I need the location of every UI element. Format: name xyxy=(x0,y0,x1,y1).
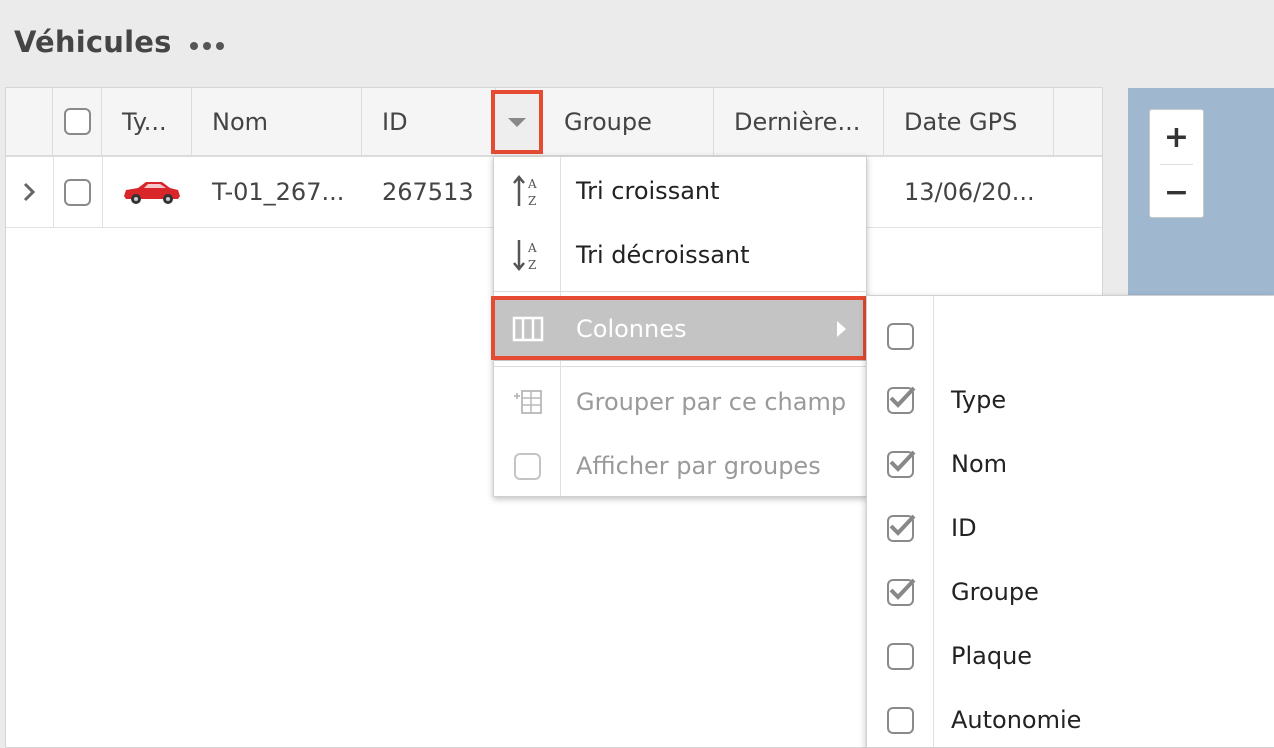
menu-item-label: Afficher par groupes xyxy=(576,452,821,480)
column-toggle-label: Type xyxy=(951,386,1007,414)
zoom-control: + − xyxy=(1149,109,1204,218)
column-toggle-item[interactable]: Type xyxy=(867,368,1274,432)
svg-text:A: A xyxy=(527,177,537,191)
checkbox-checked-icon[interactable] xyxy=(867,386,934,414)
vehicle-name: T-01_267... xyxy=(212,178,345,206)
menu-item-label: Grouper par ce champ xyxy=(576,388,847,416)
column-toggle-item[interactable]: Plaque xyxy=(867,624,1274,688)
svg-text:Z: Z xyxy=(528,258,536,272)
more-options-icon[interactable] xyxy=(189,34,224,50)
column-header-label: Nom xyxy=(212,107,269,136)
column-header-id[interactable]: ID xyxy=(362,88,496,155)
menu-item-group-by[interactable]: Grouper par ce champ xyxy=(494,370,866,434)
sort-ascending-icon: A Z xyxy=(494,172,561,210)
column-toggle-item[interactable]: ID xyxy=(867,496,1274,560)
select-all-cell xyxy=(53,88,102,155)
menu-item-sort-descending[interactable]: A Z Tri décroissant xyxy=(494,223,866,287)
grid-header: Ty... Nom ID Groupe Dernière... Date GPS xyxy=(6,88,1102,157)
vehicle-date-gps: 13/06/20... xyxy=(904,178,1035,206)
menu-item-columns[interactable]: Colonnes xyxy=(494,297,866,361)
column-toggle-label: Groupe xyxy=(951,578,1039,606)
sort-descending-icon: A Z xyxy=(494,236,561,274)
checkbox-icon[interactable] xyxy=(867,706,934,734)
column-header-derniere[interactable]: Dernière... xyxy=(714,88,884,155)
column-header-label: Ty... xyxy=(122,107,167,136)
checkbox-icon[interactable] xyxy=(867,322,934,350)
select-all-checkbox[interactable] xyxy=(64,108,91,135)
caret-down-icon xyxy=(508,117,526,127)
column-header-nom[interactable]: Nom xyxy=(192,88,362,155)
column-menu-button[interactable] xyxy=(491,90,543,154)
column-toggle-label: Nom xyxy=(951,450,1008,478)
menu-item-show-groups[interactable]: Afficher par groupes xyxy=(494,434,866,498)
column-header-label: Date GPS xyxy=(904,107,1018,136)
columns-submenu: Type Nom ID Groupe Plaque Autonomie xyxy=(866,295,1274,748)
checkbox-checked-icon[interactable] xyxy=(867,514,934,542)
row-checkbox[interactable] xyxy=(64,178,91,206)
checkbox-icon xyxy=(494,452,561,480)
vehicle-id: 267513 xyxy=(382,178,474,206)
column-header-label: ID xyxy=(382,107,408,136)
group-by-icon xyxy=(494,388,561,416)
column-toggle-item[interactable] xyxy=(867,304,1274,368)
title-bar: Véhicules xyxy=(14,18,224,66)
svg-text:Z: Z xyxy=(528,194,536,208)
column-toggle-label: Plaque xyxy=(951,642,1033,670)
column-toggle-label: ID xyxy=(951,514,977,542)
menu-item-label: Tri décroissant xyxy=(576,241,750,269)
checkbox-icon[interactable] xyxy=(867,642,934,670)
menu-item-label: Colonnes xyxy=(576,315,687,343)
checkbox-checked-icon[interactable] xyxy=(867,450,934,478)
expand-column-header xyxy=(6,88,53,155)
column-header-label: Groupe xyxy=(564,107,652,136)
column-header-date-gps[interactable]: Date GPS xyxy=(884,88,1054,155)
chevron-right-icon xyxy=(837,321,846,337)
columns-icon xyxy=(494,316,561,342)
zoom-out-button[interactable]: − xyxy=(1150,165,1203,219)
car-icon xyxy=(120,157,184,227)
menu-item-label: Tri croissant xyxy=(576,177,720,205)
column-toggle-label: Autonomie xyxy=(951,706,1082,734)
column-header-label: Dernière... xyxy=(734,107,861,136)
zoom-in-button[interactable]: + xyxy=(1150,110,1203,164)
column-context-menu: A Z Tri croissant A Z Tri décroissant Co… xyxy=(493,156,867,497)
checkbox-checked-icon[interactable] xyxy=(867,578,934,606)
page-title: Véhicules xyxy=(14,25,172,59)
column-toggle-item[interactable]: Nom xyxy=(867,432,1274,496)
row-checkbox-cell xyxy=(64,157,91,227)
column-toggle-item[interactable]: Autonomie xyxy=(867,688,1274,748)
column-toggle-item[interactable]: Groupe xyxy=(867,560,1274,624)
column-header-groupe[interactable]: Groupe xyxy=(544,88,714,155)
expand-row-icon[interactable] xyxy=(22,157,36,227)
menu-item-sort-ascending[interactable]: A Z Tri croissant xyxy=(494,159,866,223)
svg-text:A: A xyxy=(527,241,537,255)
column-header-type[interactable]: Ty... xyxy=(102,88,192,155)
